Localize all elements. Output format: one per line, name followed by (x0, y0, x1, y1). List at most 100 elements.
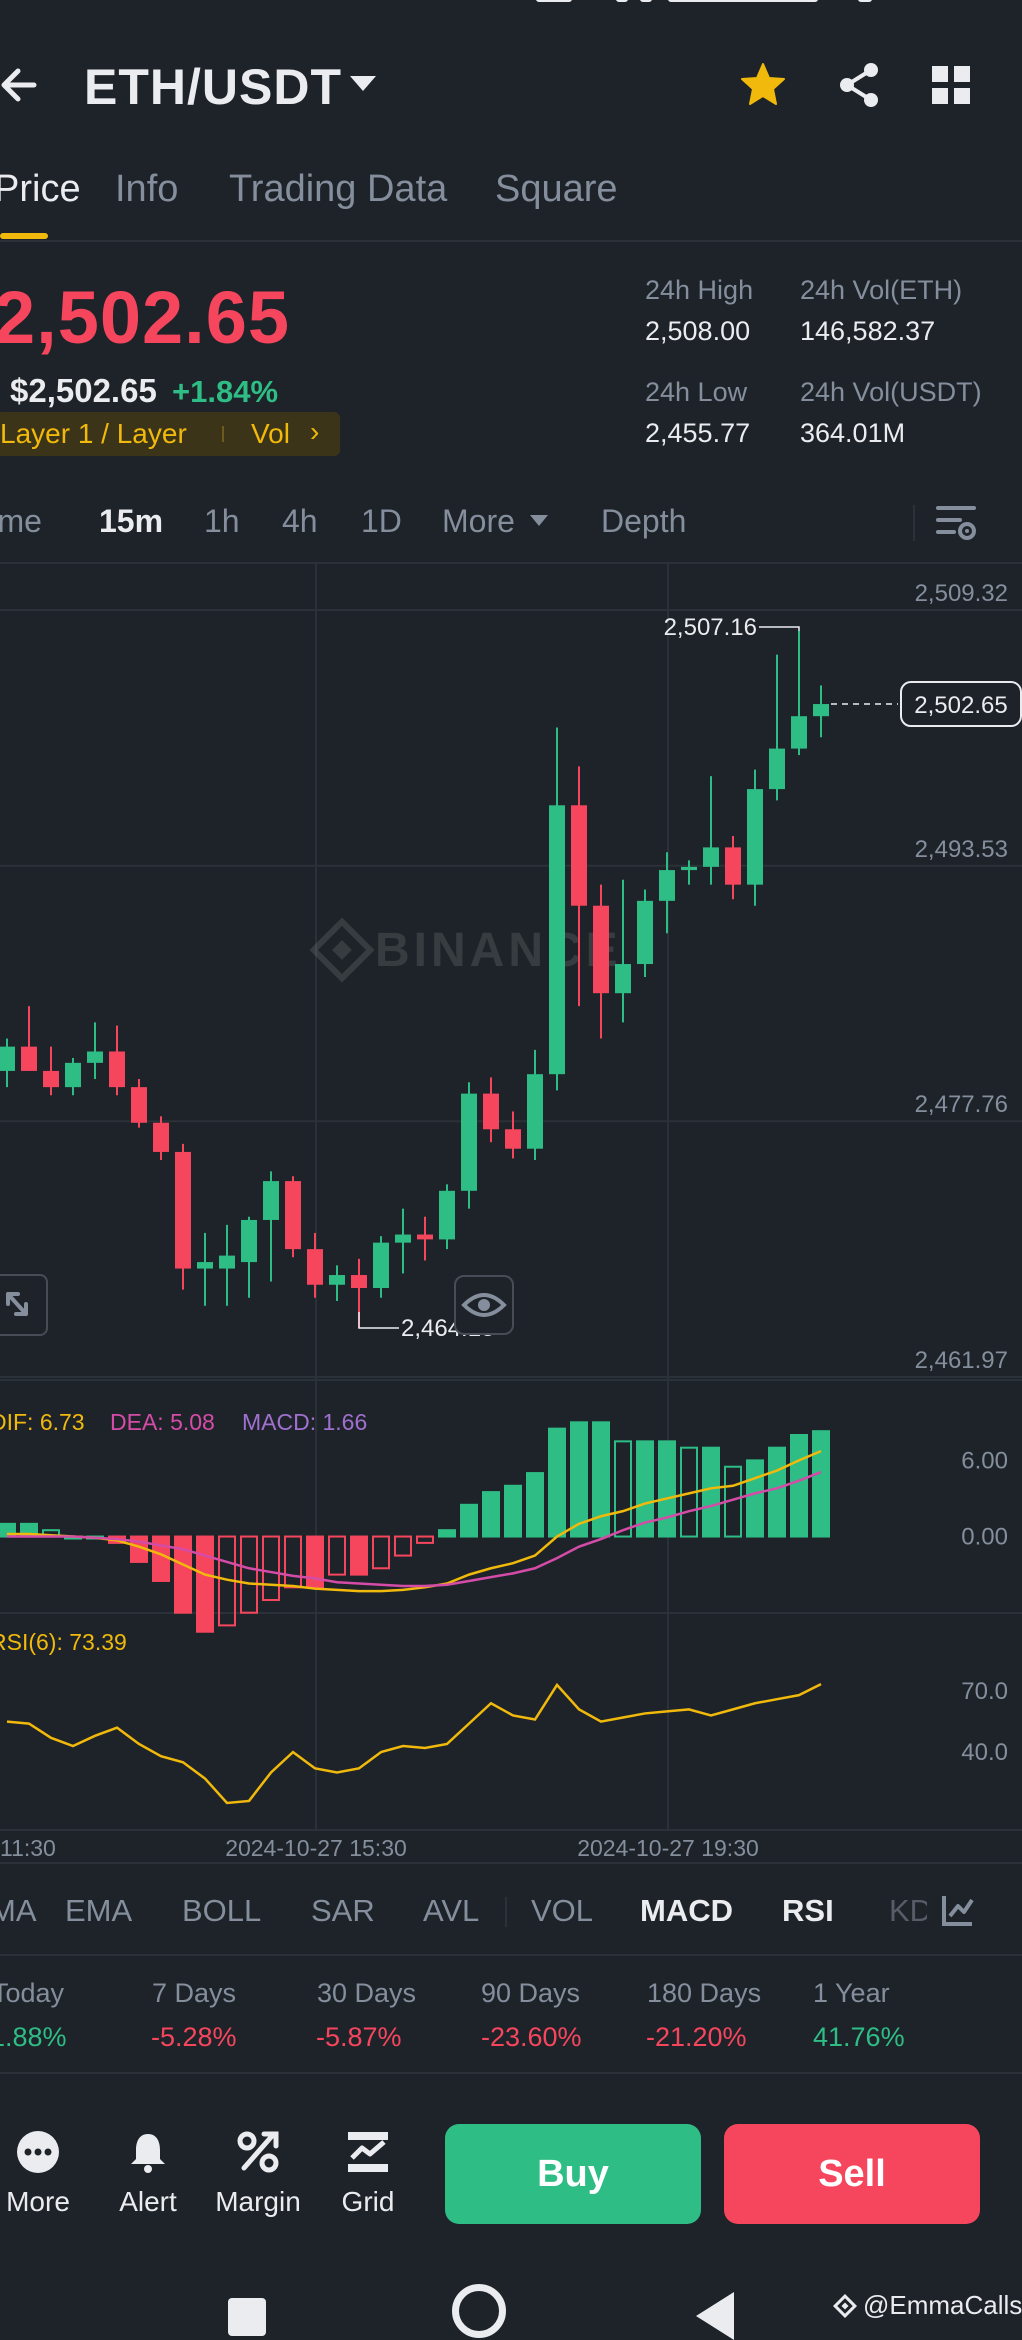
more-button[interactable]: More (0, 2186, 93, 2218)
sell-button[interactable]: Sell (724, 2124, 980, 2224)
indicator-boll[interactable]: BOLL (182, 1893, 261, 1929)
divider (0, 1862, 1022, 1864)
more-icon[interactable] (16, 2130, 60, 2174)
candle-body (703, 847, 719, 867)
time-axis-label: 2024-10-27 19:30 (577, 1835, 759, 1861)
macd-axis-label: 0.00 (961, 1524, 1008, 1551)
price-axis-label: 2,509.32 (915, 580, 1008, 607)
indicator-kdj[interactable]: KDJ (889, 1893, 927, 1929)
candle-body (153, 1122, 169, 1152)
macd-bar (504, 1484, 522, 1538)
candle-body (439, 1190, 455, 1240)
alert-button[interactable]: Alert (93, 2186, 203, 2218)
macd-dea-line (7, 1470, 822, 1588)
macd-bar (768, 1446, 786, 1538)
candle-body (65, 1062, 81, 1088)
macd-dea-label: DEA: 5.08 (110, 1409, 215, 1435)
indicator-sar[interactable]: SAR (311, 1893, 375, 1929)
grid-button[interactable]: Grid (313, 2186, 423, 2218)
macd-bar (746, 1459, 764, 1538)
current-price-label: 2,502.65 (914, 692, 1007, 719)
macd-bar (394, 1535, 412, 1557)
candle-body (637, 900, 653, 965)
rsi-line (6, 1682, 822, 1805)
indicator-macd[interactable]: MACD (640, 1893, 733, 1929)
candle-body (241, 1219, 257, 1263)
perf-label-today: Today (0, 1978, 65, 2008)
indicator-vol[interactable]: VOL (531, 1893, 593, 1929)
macd-bar (570, 1421, 588, 1538)
candle-body (0, 1046, 15, 1071)
nav-back-icon[interactable] (696, 2292, 734, 2340)
price-axis-label: 2,493.53 (915, 836, 1008, 863)
candle-body (461, 1093, 477, 1191)
perf-value-7d: -5.28% (151, 2022, 237, 2052)
candle-body (87, 1051, 103, 1063)
candle-body (681, 866, 697, 871)
candle-body (197, 1262, 213, 1269)
candle-body (263, 1181, 279, 1220)
candle-body (549, 805, 565, 1075)
perf-label-7d: 7 Days (152, 1978, 237, 2008)
perf-label-1y: 1 Year (813, 1978, 890, 2008)
bell-icon[interactable] (126, 2130, 170, 2174)
candle-body (351, 1275, 367, 1289)
macd-value-label: MACD: 1.66 (242, 1409, 367, 1435)
buy-button[interactable]: Buy (445, 2124, 701, 2224)
candle-body (329, 1275, 345, 1285)
grid-trading-icon[interactable] (346, 2130, 390, 2174)
divider (0, 2072, 1022, 2074)
high-marker-label: 2,507.16 (664, 614, 757, 641)
expand-icon[interactable] (0, 1274, 48, 1336)
macd-bar (350, 1535, 368, 1576)
macd-bar (548, 1427, 566, 1538)
candle-body (659, 870, 675, 901)
candle-body (725, 847, 741, 885)
candle-body (307, 1249, 323, 1285)
time-axis-label: 11:30 (0, 1835, 56, 1861)
recent-apps-icon[interactable] (228, 2298, 266, 2336)
indicator-rsi[interactable]: RSI (782, 1893, 834, 1929)
macd-dif-label: DIF: 6.73 (0, 1409, 85, 1435)
macd-bar (702, 1446, 720, 1538)
macd-bar (482, 1491, 500, 1538)
binance-logo-icon (832, 2293, 858, 2319)
candle-body (769, 748, 785, 790)
candle-body (813, 704, 829, 717)
candle-body (21, 1046, 37, 1071)
candle-body (747, 789, 763, 885)
indicator-settings-icon[interactable] (940, 1892, 976, 1928)
home-icon[interactable] (452, 2284, 506, 2338)
macd-bar (438, 1529, 456, 1538)
price-axis-label: 2,461.97 (915, 1347, 1008, 1374)
candle-body (615, 964, 631, 994)
perf-label-90d: 90 Days (481, 1978, 581, 2008)
macd-dif-line (7, 1449, 822, 1593)
macd-bar (372, 1535, 390, 1570)
macd-bar (416, 1535, 434, 1544)
indicator-avl[interactable]: AVL (423, 1893, 479, 1929)
divider (505, 1897, 507, 1927)
perf-label-30d: 30 Days (317, 1978, 417, 2008)
eye-icon[interactable] (454, 1275, 514, 1335)
perf-value-180d: -21.20% (646, 2022, 747, 2052)
rsi-axis-label: 70.0 (961, 1678, 1008, 1705)
indicator-ema[interactable]: EMA (65, 1893, 132, 1929)
candle-body (505, 1129, 521, 1149)
watermark-username: @EmmaCalls (863, 2290, 1022, 2320)
margin-button[interactable]: Margin (203, 2186, 313, 2218)
chart-canvas[interactable]: BINANCE 2,509.32 2,493.53 2,477.76 2,461.97… (0, 0, 1022, 1880)
candle-body (483, 1093, 499, 1130)
perf-value-30d: -5.87% (316, 2022, 402, 2052)
macd-bar (812, 1430, 830, 1538)
candle-body (417, 1234, 433, 1240)
indicator-ma[interactable]: MA (0, 1893, 37, 1929)
perf-label-180d: 180 Days (647, 1978, 762, 2008)
candle-body (395, 1234, 411, 1243)
low-marker-line (358, 1312, 399, 1329)
macd-bar (614, 1440, 632, 1538)
margin-icon[interactable] (236, 2130, 280, 2174)
macd-bar (240, 1535, 258, 1614)
macd-bar (262, 1535, 280, 1601)
candle-body (219, 1255, 235, 1269)
